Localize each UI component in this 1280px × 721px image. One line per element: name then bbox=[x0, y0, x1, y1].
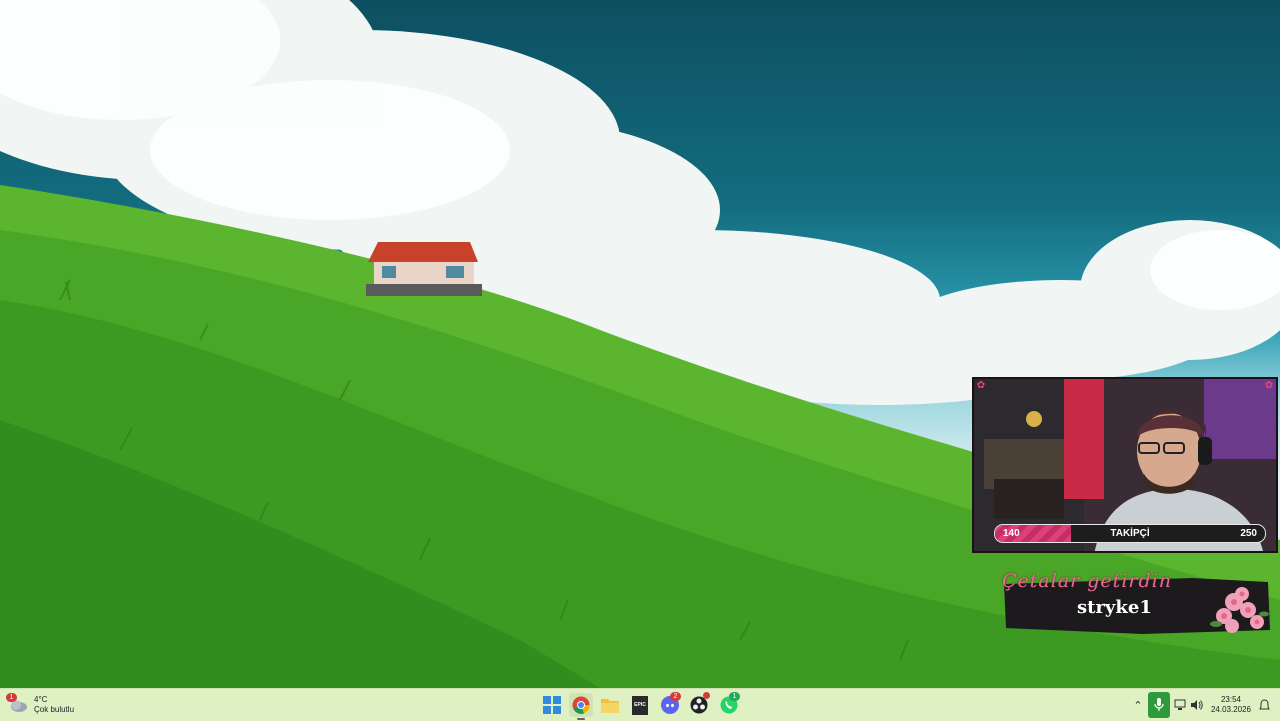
corner-flower-icon: ✿ bbox=[1264, 380, 1274, 391]
show-hidden-icons-chevron-icon[interactable]: ⌃ bbox=[1130, 695, 1146, 715]
chrome-icon bbox=[572, 696, 590, 714]
volume-icon[interactable] bbox=[1188, 697, 1204, 713]
cloud-icon: 1 bbox=[6, 693, 28, 714]
clock-date: 24.03.2026 bbox=[1210, 705, 1252, 714]
chrome-taskbar-button[interactable] bbox=[569, 693, 593, 720]
network-icon[interactable] bbox=[1173, 697, 1187, 713]
clock-time: 23:54 bbox=[1220, 695, 1242, 704]
notification-bell-icon[interactable] bbox=[1257, 697, 1271, 713]
epic-games-taskbar-button[interactable]: EPIC bbox=[628, 693, 652, 717]
weather-widget[interactable]: 1 4°C Çok bulutlu bbox=[6, 691, 88, 719]
clock[interactable]: 23:54 24.03.2026 bbox=[1208, 693, 1254, 717]
webcam-overlay: ✿ ✿ 140 TAKİPÇİ 250 bbox=[972, 377, 1278, 553]
obs-taskbar-button[interactable] bbox=[687, 692, 711, 717]
obs-recording-dot bbox=[703, 692, 710, 699]
start-button[interactable] bbox=[540, 693, 564, 717]
weather-condition: Çok bulutlu bbox=[34, 705, 75, 714]
whatsapp-badge: 1 bbox=[729, 692, 740, 701]
corner-flower-icon: ✿ bbox=[976, 380, 986, 391]
follower-goal-label: TAKİPÇİ bbox=[1110, 528, 1150, 539]
folder-icon bbox=[601, 699, 619, 713]
stream-alert-banner: Çetalar getirdin stryke1 bbox=[1002, 566, 1274, 638]
discord-badge: 2 bbox=[670, 692, 681, 701]
alert-title: Çetalar getirdin bbox=[1002, 570, 1172, 592]
file-explorer-taskbar-button[interactable] bbox=[598, 693, 622, 717]
discord-taskbar-button[interactable]: 2 bbox=[658, 692, 682, 717]
follower-goal-bar: 140 TAKİPÇİ 250 bbox=[994, 524, 1266, 543]
weather-temperature: 4°C bbox=[34, 695, 48, 704]
microphone-button[interactable] bbox=[1148, 692, 1170, 718]
alert-username: stryke1 bbox=[1077, 597, 1152, 618]
taskbar: 1 4°C Çok bulutlu EPIC 2 1 ⌃ 23:54 24.03… bbox=[0, 688, 1280, 721]
follower-goal-max: 250 bbox=[1240, 528, 1257, 539]
windows-logo-icon bbox=[543, 696, 561, 714]
weather-badge: 1 bbox=[6, 693, 17, 702]
whatsapp-taskbar-button[interactable]: 1 bbox=[717, 692, 741, 717]
microphone-icon bbox=[1154, 698, 1164, 711]
epic-games-icon: EPIC bbox=[632, 695, 648, 715]
